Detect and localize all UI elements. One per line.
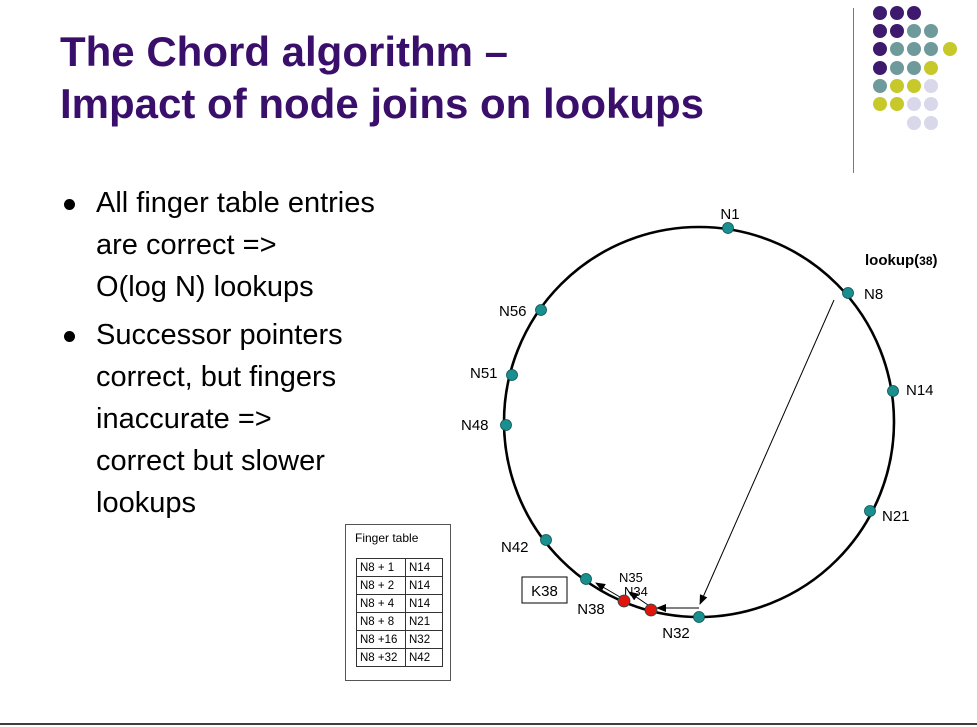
ring-node-n51 [506, 369, 518, 381]
ring-node-label: N14 [906, 382, 934, 399]
ring-node-n42 [540, 534, 552, 546]
ring-node-label: N51 [470, 365, 498, 382]
ring-node-label: N8 [864, 286, 883, 303]
ring-node-label: N32 [662, 625, 690, 642]
key-label: K38 [531, 583, 558, 600]
ring-node-label: N42 [501, 539, 529, 556]
ring-node-n48 [500, 419, 512, 431]
ring-node-n34 [644, 603, 658, 617]
ring-node-label: N35 [619, 570, 643, 585]
ring-node-n56 [535, 304, 547, 316]
ring-node-n14 [887, 385, 899, 397]
ring-node-n21 [864, 505, 876, 517]
lookup-suffix: ) [933, 252, 938, 269]
ring-node-n1 [722, 222, 734, 234]
ring-node-label: N48 [461, 417, 489, 434]
ring-node-label: N56 [499, 303, 527, 320]
lookup-key: 38 [919, 254, 933, 268]
bottom-rule [0, 723, 977, 725]
ring-node-n35 [617, 594, 631, 608]
lookup-label: lookup(38) [865, 252, 938, 269]
ring-node-label: N38 [577, 601, 605, 618]
ring-node-n8 [842, 287, 854, 299]
lookup-prefix: lookup( [865, 252, 919, 269]
lookup-jump-arrow [699, 299, 835, 605]
svg-text:lookup(38): lookup(38) [865, 252, 938, 269]
ring-node-n32 [693, 611, 705, 623]
ring-node-n38 [580, 573, 592, 585]
ring-node-label: N21 [882, 508, 910, 525]
ring-node-label: N1 [720, 206, 739, 223]
ring-circle [502, 225, 896, 619]
chord-ring-diagram: N1N8N14N21N32N34N35N38N42N48N51N56 looku… [461, 206, 938, 642]
